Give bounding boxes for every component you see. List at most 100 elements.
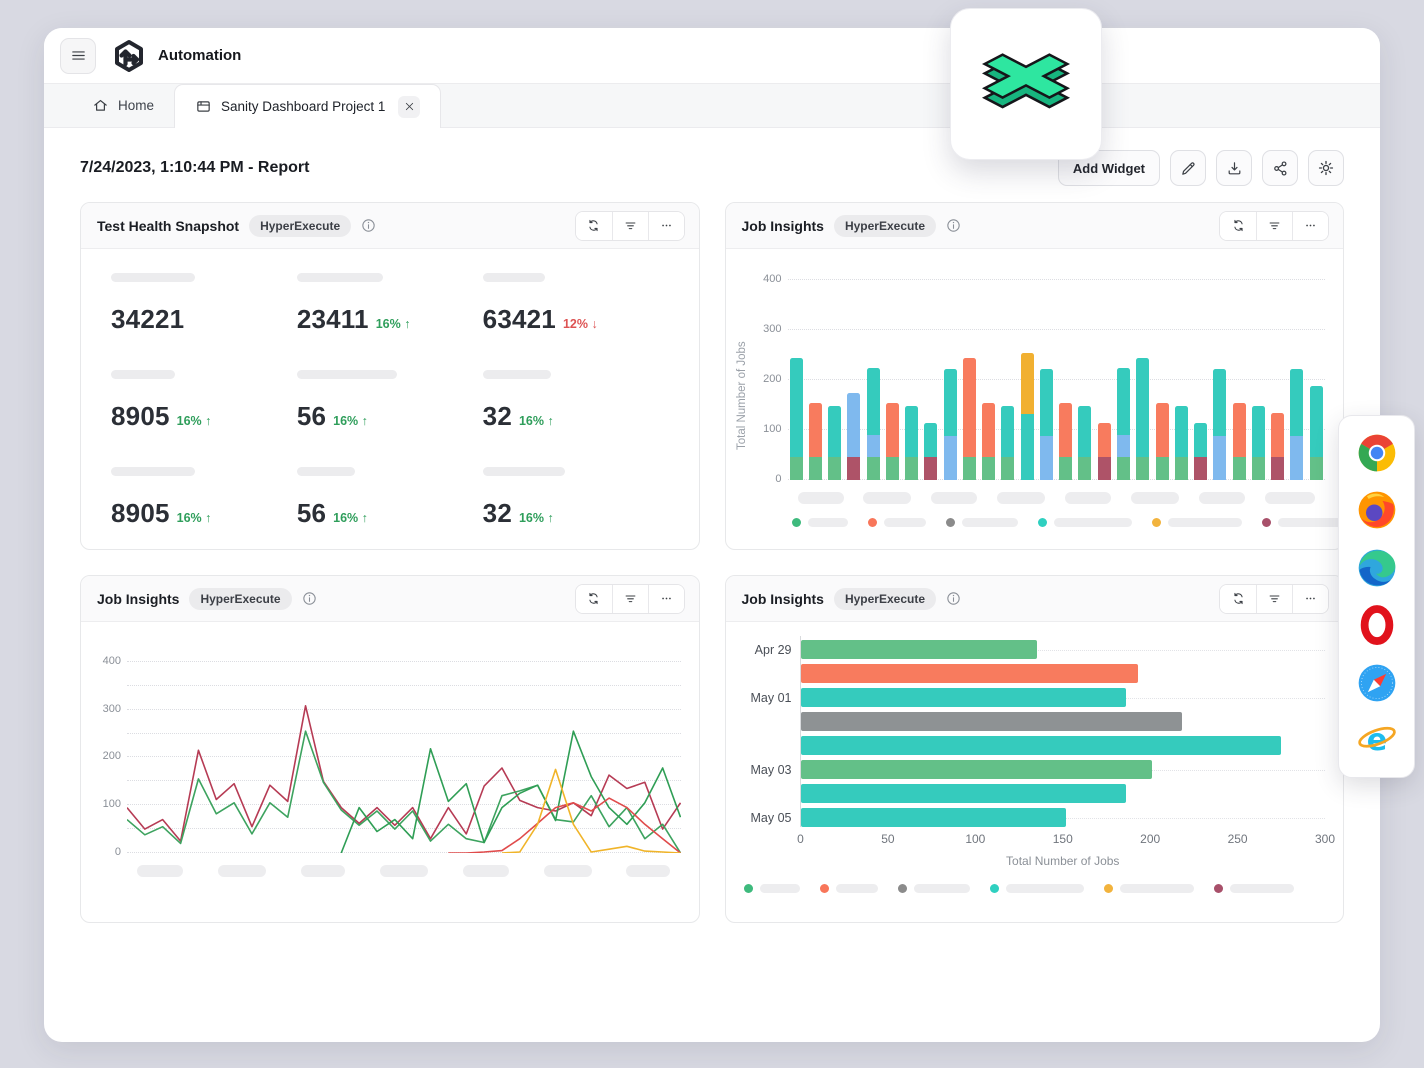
x-axis-skeleton-labels <box>788 492 1326 504</box>
legend-skeleton <box>760 884 800 893</box>
more-options-button[interactable] <box>1292 212 1328 240</box>
stat-skeleton <box>297 370 397 379</box>
bar-segment <box>1271 457 1284 480</box>
bar-segment <box>1213 436 1226 480</box>
bar-segment <box>1136 457 1149 480</box>
filter-button[interactable] <box>1256 212 1292 240</box>
download-button[interactable] <box>1216 150 1252 186</box>
legend-item[interactable] <box>1214 884 1294 893</box>
hbar-row <box>742 712 1326 731</box>
home-icon <box>92 97 109 114</box>
bar-segment <box>1078 406 1091 457</box>
stat-value: 63421 <box>483 304 556 335</box>
refresh-button[interactable] <box>576 212 612 240</box>
refresh-button[interactable] <box>1220 585 1256 613</box>
tab-sanity-dashboard[interactable]: Sanity Dashboard Project 1 <box>174 84 441 128</box>
x-axis-ticks: 050100150200250300 <box>801 832 1326 850</box>
refresh-button[interactable] <box>576 585 612 613</box>
legend-item[interactable] <box>1104 884 1194 893</box>
bar-segment <box>1001 406 1014 457</box>
legend-item[interactable] <box>898 884 970 893</box>
legend-item[interactable] <box>868 518 926 527</box>
filter-button[interactable] <box>1256 585 1292 613</box>
legend-item[interactable] <box>820 884 878 893</box>
legend-item[interactable] <box>990 884 1084 893</box>
bar-segment <box>847 457 860 480</box>
edge-icon[interactable] <box>1355 546 1399 590</box>
bar-segment <box>1252 457 1265 480</box>
internet-explorer-icon[interactable]: e <box>1355 718 1399 762</box>
stacked-bar <box>790 358 803 480</box>
opera-icon[interactable] <box>1355 603 1399 647</box>
hyperexecute-badge: HyperExecute <box>249 215 351 237</box>
bar-segment <box>1310 457 1323 480</box>
hyperexecute-logo-card[interactable] <box>950 8 1102 160</box>
stat-cell: 890516% ↑ <box>111 370 297 455</box>
stacked-bar <box>1252 406 1265 480</box>
legend-item[interactable] <box>1038 518 1132 527</box>
filter-button[interactable] <box>612 585 648 613</box>
filter-icon <box>1267 218 1282 233</box>
legend-skeleton <box>1168 518 1242 527</box>
y-tick-label: Apr 29 <box>742 643 792 657</box>
legend-dot <box>1262 518 1271 527</box>
info-icon[interactable] <box>301 590 318 607</box>
more-options-button[interactable] <box>1292 585 1328 613</box>
x-skeleton-pill <box>544 865 592 877</box>
refresh-button[interactable] <box>1220 212 1256 240</box>
more-options-button[interactable] <box>648 212 684 240</box>
legend-item[interactable] <box>1152 518 1242 527</box>
legend-skeleton <box>1054 518 1132 527</box>
edit-button[interactable] <box>1170 150 1206 186</box>
hbar-track <box>801 736 1326 755</box>
safari-icon[interactable] <box>1355 661 1399 705</box>
stat-skeleton <box>111 370 175 379</box>
stacked-bar <box>1098 423 1111 480</box>
stat-value: 56 <box>297 498 326 529</box>
legend-dot <box>1038 518 1047 527</box>
legend-item[interactable] <box>792 518 848 527</box>
bars-group <box>790 265 1324 480</box>
legend-item[interactable] <box>744 884 800 893</box>
share-button[interactable] <box>1262 150 1298 186</box>
stat-delta: 16% ↑ <box>333 414 368 428</box>
bar-segment <box>1194 457 1207 480</box>
stat-skeleton <box>483 273 545 282</box>
chrome-icon[interactable] <box>1355 431 1399 475</box>
legend-dot <box>868 518 877 527</box>
firefox-icon[interactable] <box>1355 488 1399 532</box>
settings-button[interactable] <box>1308 150 1344 186</box>
legend-item[interactable] <box>1262 518 1342 527</box>
bar-segment <box>867 435 880 457</box>
info-icon[interactable] <box>360 217 377 234</box>
hamburger-menu-button[interactable] <box>60 38 96 74</box>
y-tick-label: 200 <box>91 750 121 762</box>
app-title: Automation <box>158 47 241 64</box>
tab-active-label: Sanity Dashboard Project 1 <box>221 99 385 114</box>
legend-dot <box>946 518 955 527</box>
bar-segment <box>924 457 937 480</box>
bar-segment <box>809 457 822 480</box>
x-tick-label: 0 <box>797 832 804 846</box>
legend-item[interactable] <box>946 518 1018 527</box>
info-icon[interactable] <box>945 590 962 607</box>
refresh-icon <box>1231 218 1246 233</box>
tab-home[interactable]: Home <box>72 84 174 127</box>
more-options-button[interactable] <box>648 585 684 613</box>
tab-close-button[interactable] <box>398 96 420 118</box>
info-icon[interactable] <box>945 217 962 234</box>
x-skeleton-pill <box>626 865 670 877</box>
line-series-green-a <box>127 731 681 853</box>
x-skeleton-pill <box>463 865 509 877</box>
widget-toolbar <box>575 584 685 614</box>
stat-skeleton <box>111 467 195 476</box>
hbar-track <box>801 664 1326 683</box>
x-skeleton-pill <box>863 492 911 504</box>
widget-job-insights-line: Job Insights HyperExecute 0100200300400 <box>80 575 700 923</box>
x-skeleton-pill <box>380 865 428 877</box>
lambdatest-logo-icon[interactable] <box>112 39 146 73</box>
filter-button[interactable] <box>612 212 648 240</box>
x-axis-skeleton-labels <box>127 865 681 877</box>
bar-segment <box>1252 406 1265 457</box>
filter-icon <box>623 591 638 606</box>
